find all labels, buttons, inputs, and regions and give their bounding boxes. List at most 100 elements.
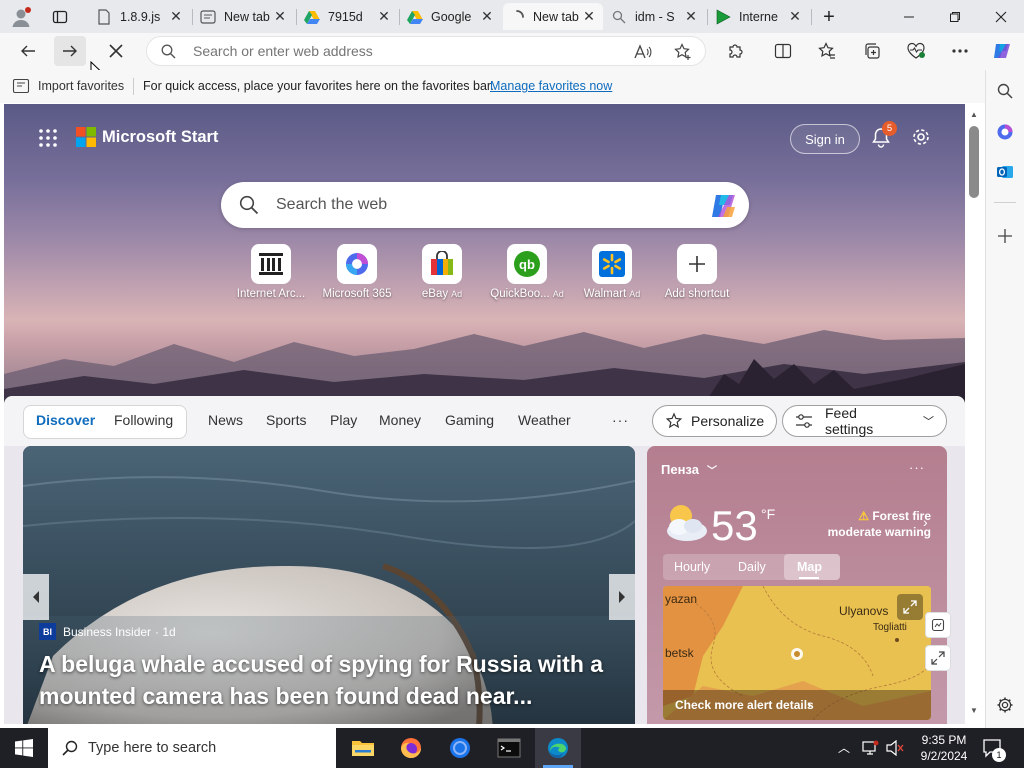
restore-button[interactable] bbox=[932, 0, 978, 33]
chevron-right-icon[interactable]: › bbox=[923, 514, 928, 530]
stop-loading-button[interactable] bbox=[100, 36, 132, 66]
tab-actions-button[interactable] bbox=[46, 5, 74, 29]
feedback-button[interactable] bbox=[925, 612, 951, 638]
firefox-button[interactable] bbox=[388, 728, 434, 768]
carousel-prev-button[interactable] bbox=[23, 574, 49, 620]
tab-following[interactable]: Following bbox=[114, 412, 173, 428]
tab-2[interactable]: New tab ✕ bbox=[194, 3, 294, 30]
tab-news[interactable]: News bbox=[208, 412, 243, 428]
sidebar-outlook-button[interactable] bbox=[989, 157, 1021, 187]
tab-discover[interactable]: Discover bbox=[36, 412, 95, 428]
sign-in-button[interactable]: Sign in bbox=[790, 124, 860, 154]
edge-button-active[interactable] bbox=[535, 728, 581, 768]
source-name: Business Insider bbox=[63, 624, 152, 639]
page-scrollbar[interactable]: ▲ ▼ bbox=[965, 104, 985, 724]
tab-4[interactable]: Google ✕ bbox=[401, 3, 501, 30]
close-tab-icon[interactable]: ✕ bbox=[168, 8, 184, 25]
carousel-next-button[interactable] bbox=[609, 574, 635, 620]
microsoft-start-logo[interactable]: Microsoft Start bbox=[76, 127, 218, 147]
file-explorer-button[interactable] bbox=[340, 728, 386, 768]
tab-play[interactable]: Play bbox=[330, 412, 357, 428]
expand-map-button[interactable] bbox=[897, 594, 923, 620]
weather-alert[interactable]: ⚠ Forest fire moderate warning bbox=[807, 508, 931, 540]
sidebar-copilot-button[interactable] bbox=[989, 117, 1021, 147]
sidebar-settings-button[interactable] bbox=[989, 690, 1021, 720]
location-selector[interactable]: Пенза ﹀ bbox=[661, 462, 717, 477]
shortcut-internet-archive[interactable]: Internet Arc... bbox=[226, 244, 316, 300]
address-bar[interactable] bbox=[146, 36, 706, 66]
tab-hourly[interactable]: Hourly bbox=[674, 560, 710, 574]
close-tab-icon[interactable]: ✕ bbox=[272, 8, 288, 25]
profile-avatar[interactable] bbox=[10, 6, 32, 28]
sidebar-add-button[interactable] bbox=[989, 221, 1021, 251]
scroll-down-arrow-icon[interactable]: ▼ bbox=[970, 706, 978, 715]
tab-daily[interactable]: Daily bbox=[738, 560, 766, 574]
address-input[interactable] bbox=[193, 43, 613, 59]
tab-1[interactable]: 1.8.9.js ✕ bbox=[90, 3, 190, 30]
map-cta-bar[interactable]: Check more alert details › bbox=[663, 690, 931, 720]
read-aloud-button[interactable] bbox=[631, 42, 655, 62]
back-button[interactable] bbox=[12, 36, 44, 66]
shortcut-microsoft-365[interactable]: Microsoft 365 bbox=[312, 244, 402, 300]
close-window-button[interactable] bbox=[978, 0, 1024, 33]
more-topics-button[interactable]: ··· bbox=[612, 412, 629, 428]
page-settings-button[interactable] bbox=[910, 126, 932, 148]
browser-app-button[interactable] bbox=[437, 728, 483, 768]
scroll-up-arrow-icon[interactable]: ▲ bbox=[970, 110, 978, 119]
waffle-grid-icon bbox=[39, 129, 57, 147]
notifications-button[interactable]: 5 bbox=[870, 121, 897, 148]
tab-7[interactable]: Interne ✕ bbox=[709, 3, 809, 30]
close-tab-icon[interactable]: ✕ bbox=[479, 8, 495, 25]
collections-button[interactable] bbox=[856, 36, 888, 66]
volume-muted-icon[interactable] bbox=[886, 740, 904, 756]
new-tab-button[interactable]: + bbox=[815, 5, 843, 29]
tab-sports[interactable]: Sports bbox=[266, 412, 306, 428]
network-icon[interactable] bbox=[862, 740, 880, 756]
location-name: Пенза bbox=[661, 462, 699, 477]
favorites-button[interactable] bbox=[811, 36, 843, 66]
tab-6[interactable]: idm - S ✕ bbox=[605, 3, 705, 30]
add-favorite-button[interactable] bbox=[671, 42, 695, 62]
feed-settings-button[interactable]: Feed settings ﹀ bbox=[782, 405, 947, 437]
search-icon bbox=[997, 83, 1013, 99]
tab-5-active[interactable]: New tab ✕ bbox=[503, 3, 603, 30]
tab-money[interactable]: Money bbox=[379, 412, 421, 428]
scrollbar-thumb[interactable] bbox=[969, 126, 979, 198]
extensions-button[interactable] bbox=[720, 36, 752, 66]
tab-3[interactable]: 7915d ✕ bbox=[298, 3, 398, 30]
headline-card[interactable]: BI Business Insider · 1d A beluga whale … bbox=[23, 446, 635, 724]
weather-more-button[interactable]: ··· bbox=[909, 460, 925, 475]
shortcut-ebay[interactable]: eBay Ad bbox=[397, 244, 487, 300]
show-hidden-icons-button[interactable]: ︿ bbox=[838, 739, 850, 756]
close-tab-icon[interactable]: ✕ bbox=[376, 8, 392, 25]
shortcut-quickbooks[interactable]: qb QuickBoo... Ad bbox=[482, 244, 572, 300]
import-favorites-button[interactable]: Import favorites bbox=[12, 78, 124, 94]
sidebar-search-button[interactable] bbox=[989, 76, 1021, 106]
tab-gaming[interactable]: Gaming bbox=[445, 412, 494, 428]
split-screen-button[interactable] bbox=[767, 36, 799, 66]
terminal-button[interactable] bbox=[486, 728, 532, 768]
shortcut-walmart[interactable]: Walmart Ad bbox=[567, 244, 657, 300]
settings-more-button[interactable] bbox=[944, 36, 976, 66]
personalize-button[interactable]: Personalize bbox=[652, 405, 778, 437]
minimize-button[interactable] bbox=[886, 0, 932, 33]
web-search-box[interactable]: Search the web bbox=[221, 182, 749, 228]
copilot-button[interactable] bbox=[986, 36, 1018, 66]
copilot-icon[interactable] bbox=[709, 193, 739, 219]
close-tab-icon[interactable]: ✕ bbox=[787, 8, 803, 25]
taskbar-search-box[interactable]: Type here to search bbox=[48, 728, 336, 768]
fullscreen-button[interactable] bbox=[925, 645, 951, 671]
forward-button[interactable] bbox=[54, 36, 86, 66]
system-clock[interactable]: 9:35 PM 9/2/2024 bbox=[912, 732, 976, 764]
browser-essentials-button[interactable] bbox=[900, 36, 932, 66]
start-button[interactable] bbox=[0, 728, 48, 768]
tab-weather[interactable]: Weather bbox=[518, 412, 571, 428]
close-tab-icon[interactable]: ✕ bbox=[581, 8, 597, 25]
weather-alert-map[interactable]: yazan Ulyanovs Togliatti betsk Check mor… bbox=[663, 586, 931, 720]
manage-favorites-link[interactable]: Manage favorites now bbox=[490, 79, 612, 93]
headline-title[interactable]: A beluga whale accused of spying for Rus… bbox=[39, 648, 619, 712]
close-tab-icon[interactable]: ✕ bbox=[683, 8, 699, 25]
add-shortcut-button[interactable]: Add shortcut bbox=[652, 244, 742, 300]
action-center-button[interactable]: 1 bbox=[982, 738, 1006, 762]
apps-launcher-button[interactable] bbox=[38, 128, 58, 148]
